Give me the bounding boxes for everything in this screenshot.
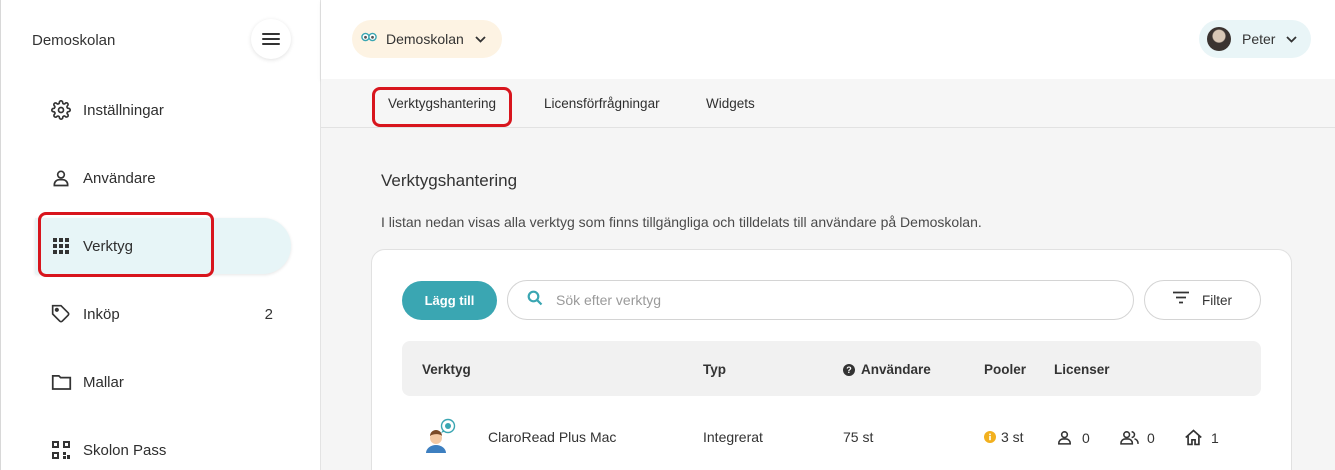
tab-licensforfragningar[interactable]: Licensförfrågningar: [544, 96, 660, 111]
grid-icon: [50, 235, 72, 257]
license-group-value: 0: [1147, 429, 1155, 446]
sidebar-item-anvandare[interactable]: Användare: [35, 150, 291, 206]
column-header-verktyg[interactable]: Verktyg: [422, 362, 471, 377]
page-title: Verktygshantering: [381, 171, 518, 190]
sidebar-item-label: Verktyg: [83, 237, 134, 255]
tab-bar: Verktygshantering Licensförfrågningar Wi…: [321, 79, 1335, 128]
purchase-count-badge: 2: [264, 305, 273, 323]
sidebar-item-skolon-pass[interactable]: Skolon Pass: [35, 422, 291, 470]
license-user-value: 0: [1082, 429, 1090, 446]
filter-button-label: Filter: [1202, 292, 1232, 308]
chevron-down-icon: [1286, 30, 1298, 48]
sidebar-school-title: Demoskolan: [32, 32, 116, 49]
user-icon: [1056, 429, 1073, 446]
search-icon: [527, 290, 543, 311]
column-header-typ[interactable]: Typ: [703, 362, 726, 377]
sidebar-item-verktyg[interactable]: Verktyg: [35, 218, 291, 274]
pool-count: 3 st: [1001, 429, 1024, 445]
sidebar-item-label: Inställningar: [83, 101, 164, 119]
chevron-down-icon: [475, 30, 486, 48]
table-row[interactable]: ClaroRead Plus Mac Integrerat 75 st 3 st…: [402, 404, 1261, 468]
help-icon[interactable]: ?: [843, 363, 855, 376]
column-header-anvandare[interactable]: ? Användare: [843, 362, 931, 377]
hamburger-icon: [262, 32, 280, 46]
filter-icon: [1172, 291, 1190, 309]
license-school-count: 1: [1184, 429, 1219, 446]
qr-icon: [50, 439, 72, 461]
sidebar-item-label: Inköp: [83, 305, 120, 323]
person-with-speech-bubble-icon: [422, 417, 456, 453]
column-header-pooler[interactable]: Pooler: [984, 362, 1026, 377]
school-logo-icon: [361, 30, 377, 48]
license-school-value: 1: [1211, 429, 1219, 446]
home-icon: [1184, 429, 1203, 446]
tool-users: 75 st: [843, 429, 874, 445]
user-name: Peter: [1242, 31, 1276, 47]
svg-text:?: ?: [846, 365, 852, 375]
school-selector-label: Demoskolan: [386, 31, 464, 47]
filter-button[interactable]: Filter: [1144, 280, 1261, 320]
user-menu-button[interactable]: Peter: [1199, 20, 1311, 58]
tool-type: Integrerat: [703, 429, 763, 445]
tool-pools: 3 st: [984, 429, 1024, 445]
search-field[interactable]: [507, 280, 1134, 320]
sidebar-item-label: Användare: [83, 169, 156, 187]
page-description: I listan nedan visas alla verktyg som fi…: [381, 214, 982, 230]
user-icon: [50, 167, 72, 189]
tag-icon: [50, 303, 72, 325]
license-group-count: 0: [1119, 429, 1155, 446]
sidebar-header: Demoskolan: [1, 0, 321, 80]
group-icon: [1119, 429, 1140, 446]
sidebar-item-label: Skolon Pass: [83, 441, 167, 459]
sidebar-item-label: Mallar: [83, 373, 124, 391]
school-selector[interactable]: Demoskolan: [352, 20, 502, 58]
add-tool-button[interactable]: Lägg till: [402, 281, 497, 320]
tool-name[interactable]: ClaroRead Plus Mac: [488, 429, 616, 445]
column-header-licenser[interactable]: Licenser: [1054, 362, 1110, 377]
license-user-count: 0: [1056, 429, 1090, 446]
gear-icon: [50, 99, 72, 121]
sidebar-item-installningar[interactable]: Inställningar: [35, 82, 291, 138]
tab-verktygshantering[interactable]: Verktygshantering: [388, 96, 496, 111]
folder-icon: [50, 371, 72, 393]
menu-toggle-button[interactable]: [251, 19, 291, 59]
sidebar-item-mallar[interactable]: Mallar: [35, 354, 291, 410]
tab-widgets[interactable]: Widgets: [706, 96, 755, 111]
sidebar-item-inkop[interactable]: Inköp 2: [35, 286, 291, 342]
top-bar: Demoskolan Peter: [321, 0, 1335, 79]
info-icon: [984, 431, 996, 443]
avatar: [1207, 27, 1231, 51]
table-header: Verktyg Typ ? Användare Pooler Licenser: [402, 341, 1261, 396]
column-header-label: Användare: [861, 362, 931, 377]
search-input[interactable]: [556, 292, 1096, 308]
sidebar: Demoskolan Inställningar Användare Verkt…: [0, 0, 321, 470]
